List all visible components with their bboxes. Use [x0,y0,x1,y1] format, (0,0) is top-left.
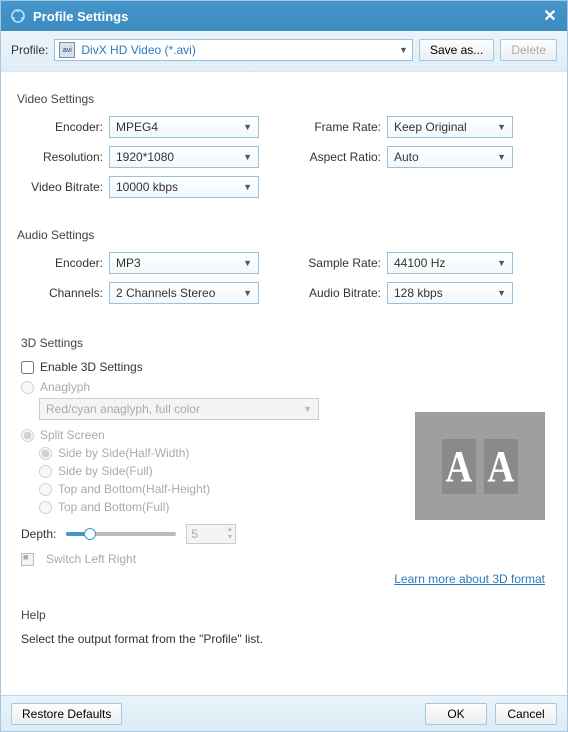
footer: Restore Defaults OK Cancel [1,695,567,731]
depth-value: 5 [191,527,198,541]
anaglyph-mode-select: Red/cyan anaglyph, full color ▼ [39,398,319,420]
depth-label: Depth: [21,527,56,541]
chevron-down-icon: ▼ [243,122,252,132]
frame-rate-select[interactable]: Keep Original▼ [387,116,513,138]
video-bitrate-select[interactable]: 10000 kbps▼ [109,176,259,198]
titlebar: Profile Settings ✕ [1,1,567,31]
profile-format-icon: avi [59,42,75,58]
ok-button[interactable]: OK [425,703,487,725]
sample-rate-label: Sample Rate: [297,256,387,270]
learn-more-3d-link[interactable]: Learn more about 3D format [394,572,545,586]
enable-3d-label: Enable 3D Settings [40,360,143,374]
video-encoder-select[interactable]: MPEG4▼ [109,116,259,138]
anaglyph-radio: Anaglyph [21,380,547,394]
profile-select[interactable]: avi DivX HD Video (*.avi) ▼ [54,39,413,61]
video-bitrate-label: Video Bitrate: [21,180,109,194]
switch-left-right-checkbox: Switch Left Right [21,552,547,566]
audio-bitrate-select[interactable]: 128 kbps▼ [387,282,513,304]
aspect-ratio-label: Aspect Ratio: [297,150,387,164]
channels-select[interactable]: 2 Channels Stereo▼ [109,282,259,304]
split-screen-label: Split Screen [40,428,105,442]
chevron-down-icon: ▼ [497,122,506,132]
video-encoder-label: Encoder: [21,120,109,134]
depth-slider [66,532,176,536]
split-screen-radio-input [21,429,34,442]
save-as-button[interactable]: Save as... [419,39,494,61]
threeD-preview: AA [415,412,545,520]
help-text: Select the output format from the "Profi… [21,632,547,646]
channels-label: Channels: [21,286,109,300]
chevron-down-icon: ▼ [303,404,312,414]
frame-rate-label: Frame Rate: [297,120,387,134]
content: Video Settings Encoder: MPEG4▼ Frame Rat… [1,72,567,695]
profile-row: Profile: avi DivX HD Video (*.avi) ▼ Sav… [1,31,567,72]
audio-encoder-label: Encoder: [21,256,109,270]
profile-value: DivX HD Video (*.avi) [81,43,399,57]
resolution-select[interactable]: 1920*1080▼ [109,146,259,168]
chevron-down-icon: ▼ [497,258,506,268]
chevron-down-icon: ▼ [243,182,252,192]
profile-label: Profile: [11,43,48,57]
window-title: Profile Settings [33,9,541,24]
enable-3d-input[interactable] [21,361,34,374]
audio-bitrate-label: Audio Bitrate: [297,286,387,300]
enable-3d-checkbox[interactable]: Enable 3D Settings [21,360,547,374]
switch-left-right-label: Switch Left Right [46,552,136,566]
cancel-button[interactable]: Cancel [495,703,557,725]
anaglyph-mode-value: Red/cyan anaglyph, full color [46,402,200,416]
chevron-down-icon: ▼ [243,152,252,162]
delete-button: Delete [500,39,557,61]
chevron-down-icon: ▼ [497,288,506,298]
chevron-down-icon: ▼ [243,288,252,298]
audio-encoder-select[interactable]: MP3▼ [109,252,259,274]
app-icon [9,7,27,25]
anaglyph-radio-input [21,381,34,394]
restore-defaults-button[interactable]: Restore Defaults [11,703,122,725]
audio-settings-heading: Audio Settings [17,228,547,242]
close-icon[interactable]: ✕ [541,7,559,25]
chevron-down-icon: ▼ [243,258,252,268]
chevron-down-icon: ▼ [399,45,408,55]
threeD-heading: 3D Settings [21,336,547,350]
depth-spinner: 5 ▲▼ [186,524,236,544]
anaglyph-label: Anaglyph [40,380,90,394]
aspect-ratio-select[interactable]: Auto▼ [387,146,513,168]
chevron-down-icon: ▼ [497,152,506,162]
help-heading: Help [21,608,547,622]
resolution-label: Resolution: [21,150,109,164]
checkbox-icon [21,553,34,566]
video-settings-heading: Video Settings [17,92,547,106]
sample-rate-select[interactable]: 44100 Hz▼ [387,252,513,274]
